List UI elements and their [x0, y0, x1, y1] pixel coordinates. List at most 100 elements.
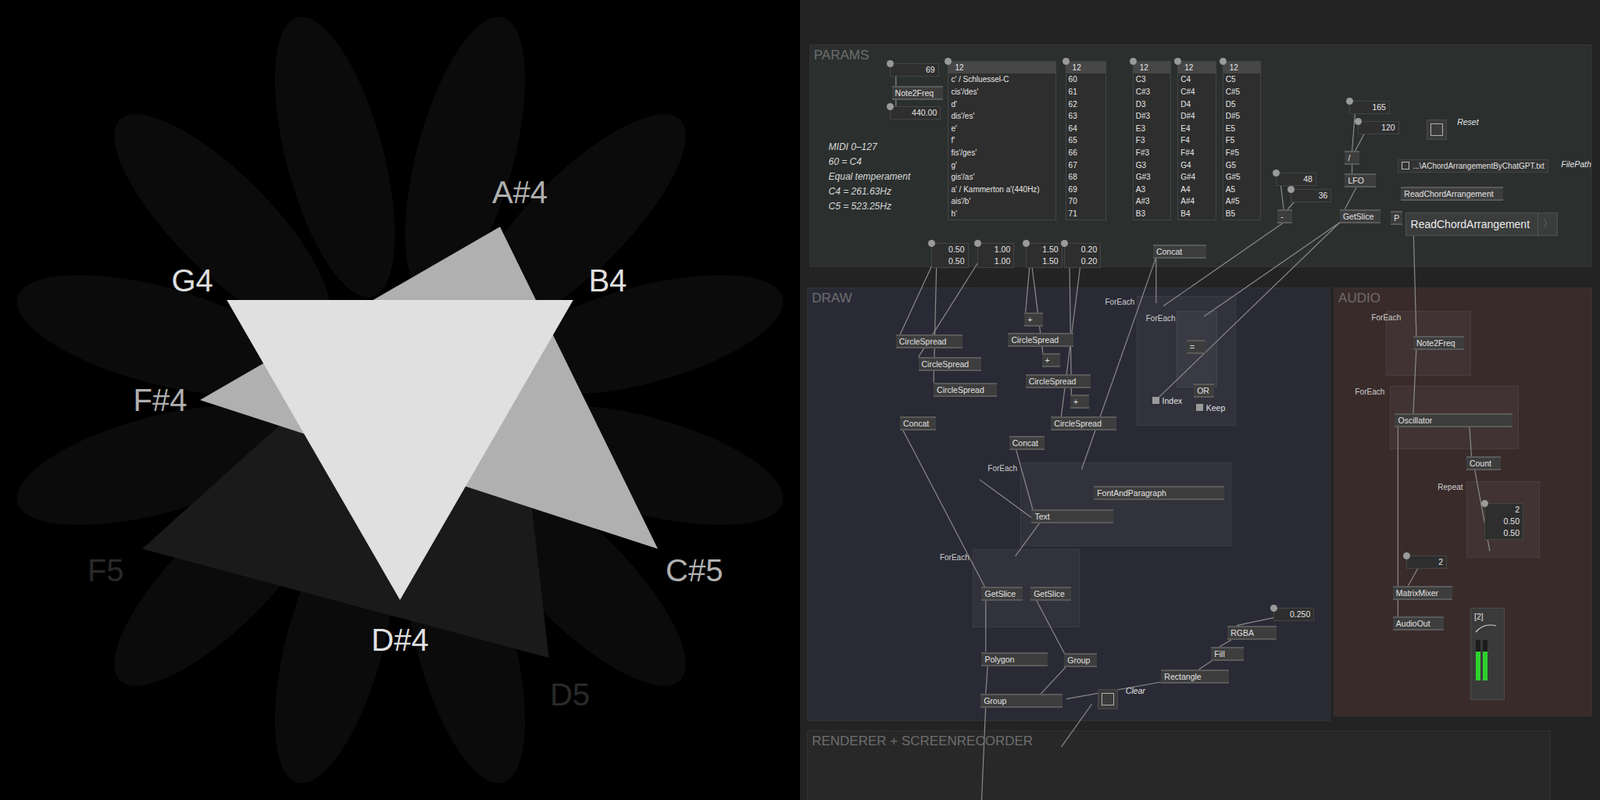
spread-item[interactable]: 70: [1068, 195, 1106, 208]
patch-node[interactable]: CircleSpread: [933, 382, 997, 397]
spread-item[interactable]: B4: [1180, 207, 1216, 221]
patch-node[interactable]: +: [1070, 394, 1090, 409]
patch-node[interactable]: Oscillator: [1394, 413, 1512, 428]
patch-node[interactable]: P: [1390, 210, 1403, 225]
patch-node[interactable]: Concat: [900, 416, 936, 431]
patch-node[interactable]: =: [1186, 339, 1206, 354]
patch-node[interactable]: OR: [1193, 383, 1215, 398]
iobox-value[interactable]: 2: [1411, 556, 1447, 568]
patch-node[interactable]: Count: [1466, 456, 1501, 471]
read-chord-button[interactable]: ReadChordArrangement〉: [1405, 212, 1559, 236]
iobox-value[interactable]: 0.50: [1489, 527, 1523, 540]
spread-item[interactable]: E5: [1225, 122, 1261, 136]
spread-item[interactable]: D3: [1135, 98, 1172, 111]
spread-iobox[interactable]: 12C3C#3D3D#3E3F3F#3G3G#3A3A#3B3: [1132, 60, 1172, 221]
spread-item[interactable]: A3: [1135, 183, 1172, 197]
spread-item[interactable]: D#5: [1225, 110, 1261, 123]
spread-item[interactable]: d': [950, 98, 1055, 111]
iobox-value[interactable]: 2: [1489, 503, 1523, 516]
value-iobox[interactable]: 165: [1349, 100, 1390, 115]
patch-node[interactable]: GetSlice: [1030, 586, 1072, 601]
patch-node[interactable]: +: [1042, 353, 1061, 368]
spread-item[interactable]: F#3: [1135, 146, 1172, 160]
patch-node[interactable]: Concat: [1153, 244, 1207, 259]
spread-item[interactable]: G3: [1135, 159, 1172, 172]
spread-item[interactable]: 60: [1068, 73, 1106, 86]
value-iobox[interactable]: 48: [1275, 172, 1317, 186]
toggle-button[interactable]: [1426, 119, 1447, 140]
spread-item[interactable]: C3: [1135, 73, 1172, 86]
spread-item[interactable]: 71: [1068, 207, 1106, 221]
spread-item[interactable]: e': [950, 122, 1055, 136]
file-path-field[interactable]: ...\AChordArrangementByChatGPT.txt: [1397, 159, 1548, 173]
patch-node[interactable]: +: [1024, 312, 1043, 327]
spread-item[interactable]: F3: [1135, 134, 1172, 147]
spread-item[interactable]: D4: [1180, 98, 1216, 111]
spread-item[interactable]: C4: [1180, 73, 1216, 86]
value-iobox[interactable]: 0.500.50: [931, 242, 968, 268]
iobox-value[interactable]: 1.00: [982, 243, 1014, 256]
spread-item[interactable]: h': [950, 207, 1055, 221]
value-iobox[interactable]: 1.001.00: [977, 242, 1015, 268]
toggle-button[interactable]: [1097, 689, 1118, 710]
patch-node[interactable]: AudioOut: [1392, 616, 1444, 631]
spread-item[interactable]: cis'/des': [950, 85, 1055, 99]
spread-iobox[interactable]: 12C5C#5D5D#5E5F5F#5G5G#5A5A#5B5: [1222, 60, 1262, 221]
iobox-value[interactable]: 165: [1354, 101, 1390, 114]
spread-item[interactable]: C#5: [1225, 85, 1261, 99]
patch-node[interactable]: CircleSpread: [1025, 374, 1092, 389]
spread-item[interactable]: C#3: [1135, 85, 1172, 99]
pin-label[interactable]: Keep: [1196, 403, 1226, 413]
patch-node[interactable]: MatrixMixer: [1392, 585, 1453, 600]
pin-label[interactable]: Index: [1152, 396, 1183, 406]
spread-item[interactable]: F#5: [1225, 146, 1261, 160]
spread-item[interactable]: fis'/ges': [950, 146, 1055, 160]
patch-node[interactable]: CircleSpread: [896, 334, 963, 349]
spread-item[interactable]: E4: [1180, 122, 1216, 136]
spread-item[interactable]: G#5: [1225, 171, 1261, 184]
patch-node[interactable]: ReadChordArrangement: [1400, 186, 1504, 201]
spread-item[interactable]: 69: [1068, 183, 1106, 197]
patch-node[interactable]: Fill: [1210, 646, 1244, 661]
spread-item[interactable]: A#5: [1225, 195, 1261, 208]
iobox-value[interactable]: 0.50: [936, 243, 968, 256]
spread-item[interactable]: 68: [1068, 171, 1106, 184]
spread-item[interactable]: c' / Schluessel-C: [950, 73, 1055, 86]
spread-item[interactable]: E3: [1135, 122, 1172, 136]
spread-item[interactable]: C5: [1225, 73, 1261, 86]
patch-node[interactable]: Group: [1064, 653, 1097, 668]
patch-node[interactable]: Concat: [1009, 435, 1046, 450]
value-iobox[interactable]: 20.500.50: [1484, 503, 1524, 540]
spread-item[interactable]: dis'/es': [950, 110, 1055, 123]
patch-node[interactable]: FontAndParagraph: [1093, 485, 1225, 500]
patch-node[interactable]: CircleSpread: [1050, 416, 1117, 431]
spread-item[interactable]: G#4: [1180, 171, 1216, 184]
spread-iobox[interactable]: 12c' / Schluessel-Ccis'/des'd'dis'/es'e'…: [947, 60, 1056, 221]
iobox-value[interactable]: 440.00: [895, 107, 940, 119]
spread-item[interactable]: ais'/b': [950, 195, 1055, 208]
patch-node[interactable]: Note2Freq: [1413, 335, 1465, 350]
spread-count[interactable]: 12: [948, 61, 1055, 74]
spread-item[interactable]: 67: [1068, 159, 1106, 172]
value-iobox[interactable]: 120: [1357, 121, 1399, 135]
spread-item[interactable]: D5: [1225, 98, 1261, 111]
iobox-value[interactable]: 1.50: [1031, 243, 1062, 256]
spread-iobox[interactable]: 12606162636465666768697071: [1065, 60, 1107, 221]
spread-item[interactable]: 62: [1068, 98, 1106, 111]
spread-iobox[interactable]: 12C4C#4D4D#4E4F4F#4G4G#4A4A#4B4: [1177, 60, 1217, 221]
patch-node[interactable]: GetSlice: [1339, 209, 1381, 224]
patch-node[interactable]: CircleSpread: [918, 357, 983, 372]
iobox-value[interactable]: 0.250: [1278, 608, 1314, 621]
value-iobox[interactable]: 1.501.50: [1025, 242, 1063, 268]
patch-node[interactable]: Rectangle: [1160, 669, 1229, 684]
patch-node[interactable]: Group: [980, 693, 1062, 708]
patch-node[interactable]: LFO: [1344, 173, 1375, 188]
patch-node[interactable]: RGBA: [1227, 625, 1277, 640]
spread-item[interactable]: a' / Kammerton a'(440Hz): [950, 183, 1055, 197]
patch-node[interactable]: Note2Freq: [892, 85, 943, 100]
patch-node[interactable]: Polygon: [981, 652, 1048, 667]
spread-item[interactable]: A4: [1180, 183, 1216, 197]
value-iobox[interactable]: 440.00: [889, 106, 941, 120]
spread-count[interactable]: 12: [1178, 61, 1216, 74]
spread-item[interactable]: C#4: [1180, 85, 1216, 99]
